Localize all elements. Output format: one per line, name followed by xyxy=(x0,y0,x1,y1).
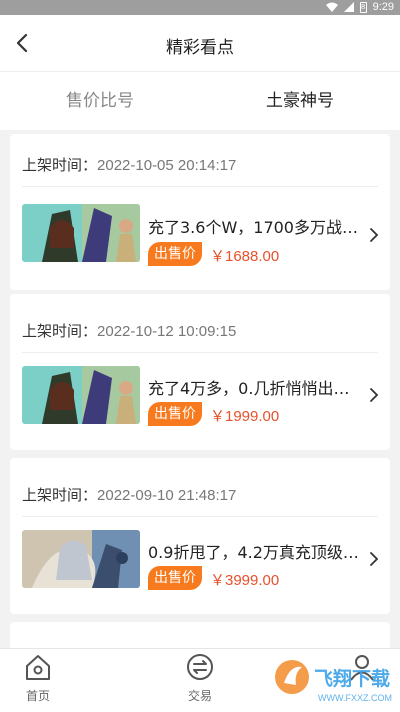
listing-time: 上架时间：2022-10-05 20:14:17 xyxy=(22,156,237,174)
watermark-text: 飞翔下载 xyxy=(314,667,390,690)
listing-price: ￥3999.00 xyxy=(210,572,280,589)
listing-time: 上架时间：2022-10-12 10:09:15 xyxy=(22,322,237,340)
bottom-nav: 首页 交易 飞翔下载 WWW.FXXZ.COM xyxy=(0,648,400,712)
sale-badge: 出售价 xyxy=(148,402,202,426)
listing-time: 上架时间：2022-09-10 21:48:17 xyxy=(22,486,237,504)
status-icons: 8 9:29 xyxy=(325,1,394,13)
tab-bar: 售价比号 土豪神号 xyxy=(0,72,400,130)
nav-home[interactable]: 首页 xyxy=(8,653,68,704)
chevron-right-icon xyxy=(370,552,379,566)
nav-trade[interactable]: 交易 xyxy=(170,653,230,704)
status-bar: 8 9:29 xyxy=(0,0,400,15)
nav-home-label: 首页 xyxy=(25,689,50,703)
chevron-right-icon xyxy=(370,388,379,402)
tab-premium-accounts[interactable]: 土豪神号 xyxy=(200,72,400,130)
status-time: 9:29 xyxy=(372,1,394,13)
signal-icon xyxy=(343,2,354,12)
header: 精彩看点 xyxy=(0,15,400,72)
trade-icon xyxy=(187,654,213,680)
watermark-subtext: WWW.FXXZ.COM xyxy=(318,693,392,703)
watermark-logo: 飞翔下载 WWW.FXXZ.COM xyxy=(272,653,400,709)
wifi-icon xyxy=(325,2,338,12)
sale-badge: 出售价 xyxy=(148,566,202,590)
listing-card[interactable]: 上架时间：2022-09-10 21:48:17 0.9折甩了，4.2万真充顶级… xyxy=(10,458,390,614)
divider xyxy=(22,516,378,517)
tab-price-compare[interactable]: 售价比号 xyxy=(0,72,200,130)
listing-card[interactable] xyxy=(10,622,390,648)
listing-price: ￥1999.00 xyxy=(210,408,280,425)
listing-title: 充了4万多，0.几折悄悄出… xyxy=(148,379,350,398)
listing-thumbnail xyxy=(22,204,140,262)
listing-title: 充了3.6个W，1700多万战… xyxy=(148,218,358,237)
chevron-right-icon xyxy=(370,228,379,242)
page-title: 精彩看点 xyxy=(166,38,234,58)
divider xyxy=(22,186,378,187)
listing-price: ￥1688.00 xyxy=(210,248,280,265)
listing-list: 上架时间：2022-10-05 20:14:17 充了3.6个W，1700多万战… xyxy=(10,130,390,648)
sale-badge: 出售价 xyxy=(148,242,202,266)
home-icon xyxy=(26,655,50,680)
listing-card[interactable]: 上架时间：2022-10-05 20:14:17 充了3.6个W，1700多万战… xyxy=(10,134,390,290)
listing-title: 0.9折甩了，4.2万真充顶级… xyxy=(148,543,359,562)
nav-trade-label: 交易 xyxy=(187,689,212,703)
listing-card[interactable]: 上架时间：2022-10-12 10:09:15 充了4万多，0.几折悄悄出… … xyxy=(10,294,390,450)
listing-thumbnail xyxy=(22,530,140,588)
battery-icon: 8 xyxy=(359,1,367,13)
listing-thumbnail xyxy=(22,366,140,424)
divider xyxy=(22,352,378,353)
